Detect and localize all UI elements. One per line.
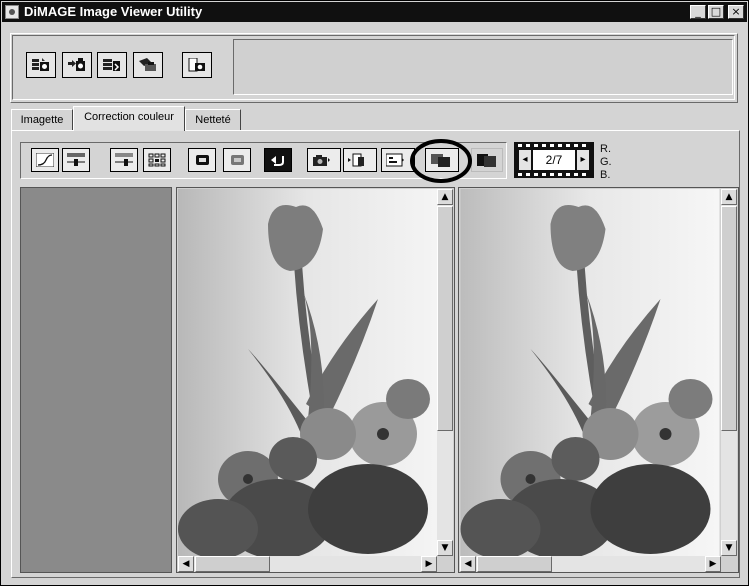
camera-icon (188, 58, 205, 72)
brightness-contrast-button[interactable] (62, 148, 90, 172)
apply-icon (348, 153, 364, 167)
scroll-down-button[interactable]: ▼ (721, 540, 737, 556)
print-image-button[interactable] (133, 52, 163, 78)
flower-image-before (178, 189, 437, 556)
single-view-icon (477, 154, 496, 167)
after-vertical-scrollbar[interactable]: ▲ ▼ (721, 189, 737, 556)
frame-number: 2/7 (533, 150, 575, 170)
prev-frame-button[interactable]: ◂ (519, 150, 531, 170)
scroll-down-button[interactable]: ▼ (437, 540, 453, 556)
save-stack-icon (103, 59, 120, 71)
camera-snapshot-icon (313, 155, 330, 166)
window-title: DiMAGE Image Viewer Utility (24, 4, 203, 19)
redo-icon (231, 155, 244, 165)
reset-icon (271, 156, 284, 166)
before-horizontal-scrollbar[interactable]: ◀ ▶ (178, 556, 437, 572)
flower-image-after (460, 189, 720, 556)
single-view-button[interactable] (471, 148, 503, 172)
variation-button[interactable] (143, 148, 171, 172)
rgb-label-b: B. (600, 169, 611, 181)
save-image-button[interactable] (97, 52, 127, 78)
snapshot-button[interactable] (307, 148, 341, 172)
slider-icon (67, 153, 85, 166)
reset-button[interactable] (264, 148, 292, 172)
import-image-button[interactable] (26, 52, 56, 78)
before-image-pane: ▲ ▼ ◀ ▶ (176, 187, 455, 573)
main-window: DiMAGE Image Viewer Utility _ □ × Imaget… (0, 0, 749, 586)
apply-button[interactable] (343, 148, 377, 172)
scroll-thumb-horizontal[interactable] (195, 556, 270, 572)
export-image-button[interactable] (62, 52, 92, 78)
after-horizontal-scrollbar[interactable]: ◀ ▶ (460, 556, 721, 572)
title-bar[interactable]: DiMAGE Image Viewer Utility _ □ × (2, 2, 747, 22)
scroll-thumb-vertical[interactable] (721, 206, 737, 431)
tone-curve-button[interactable] (31, 148, 59, 172)
hue-saturation-button[interactable] (110, 148, 138, 172)
rgb-label-g: G. (600, 156, 612, 168)
slider-alt-icon (115, 153, 133, 166)
scroll-up-button[interactable]: ▲ (437, 189, 453, 205)
scroll-up-button[interactable]: ▲ (721, 189, 737, 205)
app-icon[interactable] (5, 5, 19, 19)
frame-counter: ◂ 2/7 ▸ (514, 142, 594, 178)
scroll-thumb-horizontal[interactable] (477, 556, 552, 572)
status-display-area (233, 39, 733, 95)
maximize-button[interactable]: □ (708, 5, 724, 19)
camera-export-icon (68, 58, 85, 71)
scroll-right-button[interactable]: ▶ (421, 556, 437, 572)
tab-imagette[interactable]: Imagette (11, 109, 73, 130)
undo-icon (196, 155, 209, 165)
next-frame-button[interactable]: ▸ (577, 150, 589, 170)
scroll-right-button[interactable]: ▶ (705, 556, 721, 572)
camera-settings-button[interactable] (182, 52, 212, 78)
scroll-thumb-vertical[interactable] (437, 206, 453, 431)
scroll-left-button[interactable]: ◀ (178, 556, 194, 572)
print-icon (139, 58, 156, 71)
rgb-label-r: R. (600, 143, 611, 155)
grid-icon (148, 153, 166, 167)
tab-correction-couleur[interactable]: Correction couleur (73, 106, 185, 131)
undo-button[interactable] (188, 148, 216, 172)
before-vertical-scrollbar[interactable]: ▲ ▼ (437, 189, 453, 556)
tab-nettete[interactable]: Netteté (185, 109, 241, 130)
scroll-left-button[interactable]: ◀ (460, 556, 476, 572)
compare-icon (386, 153, 404, 167)
highlight-circle (410, 139, 472, 183)
curve-icon (36, 153, 54, 167)
side-panel (20, 187, 172, 573)
top-toolbar-area (10, 33, 738, 103)
after-image-pane: ▲ ▼ ◀ ▶ (458, 187, 739, 573)
camera-import-icon (32, 58, 49, 71)
minimize-button[interactable]: _ (690, 5, 706, 19)
close-button[interactable]: × (728, 5, 744, 19)
redo-button[interactable] (223, 148, 251, 172)
